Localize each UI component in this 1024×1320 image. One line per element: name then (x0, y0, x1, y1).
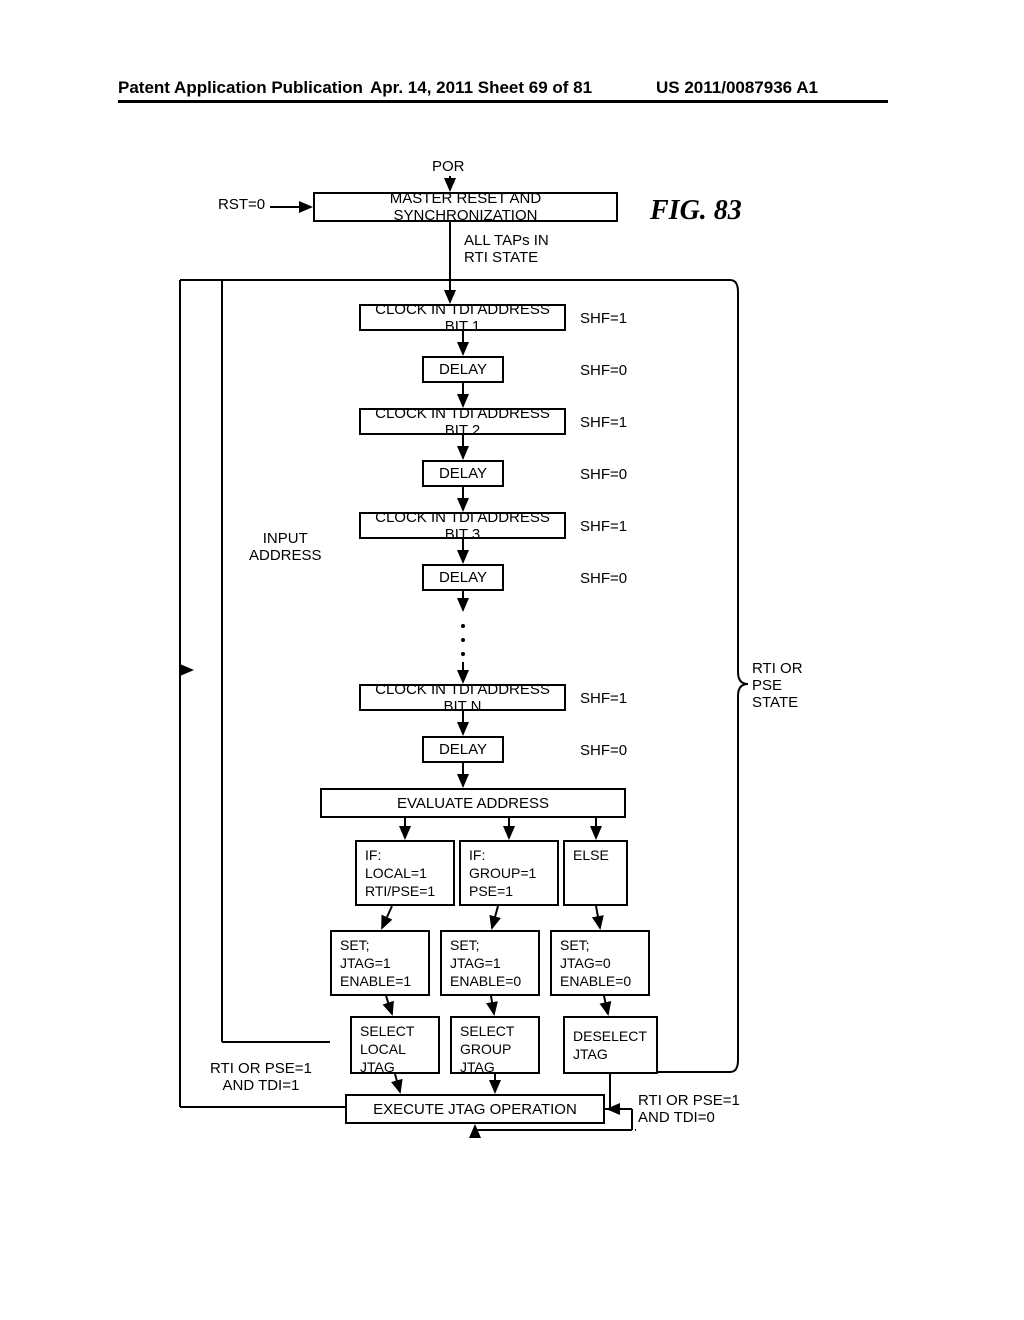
label-rti-pse-tdi0: RTI OR PSE=1 AND TDI=0 (638, 1092, 740, 1126)
box-deselect: DESELECT JTAG (563, 1016, 658, 1074)
box-execute: EXECUTE JTAG OPERATION (345, 1094, 605, 1124)
label-shf0-b: SHF=0 (580, 466, 627, 483)
box-delay-2: DELAY (422, 460, 504, 487)
box-clock-bit-n: CLOCK IN TDI ADDRESS BIT N (359, 684, 566, 711)
box-clock-bit-3: CLOCK IN TDI ADDRESS BIT 3 (359, 512, 566, 539)
figure-title: FIG. 83 (650, 195, 742, 227)
box-set-2: SET; JTAG=1 ENABLE=0 (440, 930, 540, 996)
box-clock-bit-1: CLOCK IN TDI ADDRESS BIT 1 (359, 304, 566, 331)
label-rti-pse-tdi1: RTI OR PSE=1 AND TDI=1 (210, 1060, 312, 1094)
label-shf1-a: SHF=1 (580, 310, 627, 327)
box-delay-1: DELAY (422, 356, 504, 383)
label-shf1-c: SHF=1 (580, 518, 627, 535)
label-shf0-a: SHF=0 (580, 362, 627, 379)
entry-por: POR (432, 158, 465, 175)
box-if-group: IF: GROUP=1 PSE=1 (459, 840, 559, 906)
box-select-group: SELECT GROUP JTAG (450, 1016, 540, 1074)
header-mid: Apr. 14, 2011 Sheet 69 of 81 (370, 78, 592, 98)
header-left: Patent Application Publication (118, 78, 363, 98)
label-input-address: INPUT ADDRESS (249, 530, 322, 564)
label-all-taps: ALL TAPs IN RTI STATE (464, 232, 549, 266)
box-set-3: SET; JTAG=0 ENABLE=0 (550, 930, 650, 996)
header-right: US 2011/0087936 A1 (656, 78, 818, 98)
label-shf1-b: SHF=1 (580, 414, 627, 431)
box-master-reset: MASTER RESET AND SYNCHRONIZATION (313, 192, 618, 222)
header-rule (118, 100, 888, 103)
box-if-local: IF: LOCAL=1 RTI/PSE=1 (355, 840, 455, 906)
label-rti-pse-state: RTI OR PSE STATE (752, 660, 803, 711)
box-set-1: SET; JTAG=1 ENABLE=1 (330, 930, 430, 996)
label-rst0: RST=0 (218, 196, 265, 213)
box-delay-3: DELAY (422, 564, 504, 591)
label-shf0-c: SHF=0 (580, 570, 627, 587)
box-select-local: SELECT LOCAL JTAG (350, 1016, 440, 1074)
box-clock-bit-2: CLOCK IN TDI ADDRESS BIT 2 (359, 408, 566, 435)
label-shf1-n: SHF=1 (580, 690, 627, 707)
label-shf0-n: SHF=0 (580, 742, 627, 759)
box-else: ELSE (563, 840, 628, 906)
box-delay-n: DELAY (422, 736, 504, 763)
box-evaluate: EVALUATE ADDRESS (320, 788, 626, 818)
